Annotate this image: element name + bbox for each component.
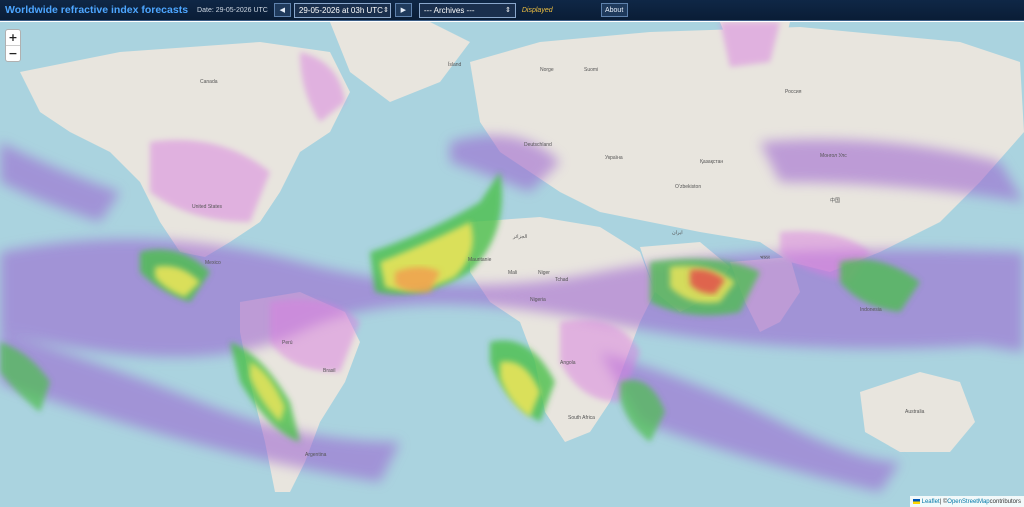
label-algeria: الجزائر — [513, 234, 528, 240]
previous-forecast-button[interactable]: ◀ — [273, 3, 291, 17]
label-iran: ایران — [672, 230, 683, 236]
label-brazil: Brasil — [323, 368, 336, 374]
openstreetmap-link[interactable]: OpenStreetMap — [947, 499, 989, 505]
attribution-separator: | © — [939, 498, 948, 505]
label-nigeria: Nigeria — [530, 297, 546, 303]
label-peru: Perú — [282, 340, 293, 346]
label-china: 中国 — [830, 198, 841, 204]
label-australia: Australia — [905, 409, 925, 415]
about-button[interactable]: About — [600, 3, 628, 17]
zoom-out-button[interactable]: − — [6, 45, 20, 61]
label-tchad: Tchad — [555, 277, 569, 283]
label-india: भारत — [760, 255, 770, 261]
archives-select-value: --- Archives --- — [423, 5, 475, 15]
label-canada: Canada — [200, 79, 218, 85]
label-russia: Россия — [785, 89, 802, 95]
app-title: Worldwide refractive index forecasts — [5, 4, 189, 16]
label-angola: Angola — [560, 360, 576, 366]
label-mongolia: Монгол Улс — [820, 153, 847, 159]
ukraine-flag-icon — [912, 499, 920, 504]
leaflet-link[interactable]: Leaflet — [922, 499, 940, 505]
arrow-right-icon: ▶ — [400, 7, 407, 14]
label-mali: Mali — [508, 270, 518, 276]
arrow-left-icon: ◀ — [279, 7, 286, 14]
label-mexico: Mexico — [205, 260, 221, 266]
displayed-status: Displayed — [521, 6, 553, 14]
forecast-select[interactable]: 29-05-2026 at 03h UTC ⇕ — [293, 2, 391, 18]
date-label: Date: 29-05-2026 UTC — [197, 6, 268, 14]
map-view[interactable]: Canada United States Mexico Brasil Argen… — [0, 22, 1024, 507]
forecast-select-value: 29-05-2026 at 03h UTC — [298, 5, 383, 15]
map-canvas — [0, 22, 1024, 492]
label-island: Ísland — [448, 62, 462, 68]
label-ukraine: Україна — [605, 155, 623, 161]
zoom-control: + − — [5, 29, 21, 62]
label-mauritanie: Mauritanie — [468, 257, 492, 263]
map-attribution: Leaflet | © OpenStreetMap contributors — [909, 496, 1024, 507]
label-indonesia: Indonesia — [860, 307, 882, 313]
chevron-down-icon: ⇕ — [382, 7, 389, 14]
label-kazakhstan: Қазақстан — [700, 159, 724, 165]
attribution-suffix: contributors — [989, 498, 1021, 505]
label-uzbekistan: Oʻzbekiston — [675, 184, 702, 190]
label-argentina: Argentina — [305, 452, 327, 458]
label-south-africa: South Africa — [568, 415, 595, 421]
next-forecast-button[interactable]: ▶ — [394, 3, 412, 17]
label-deutschland: Deutschland — [524, 142, 552, 148]
zoom-in-button[interactable]: + — [6, 30, 20, 45]
top-toolbar: Worldwide refractive index forecasts Dat… — [0, 0, 1024, 21]
label-niger: Niger — [538, 270, 550, 276]
chevron-down-icon: ⇕ — [505, 7, 511, 14]
label-norge: Norge — [540, 67, 554, 73]
label-suomi: Suomi — [584, 67, 599, 73]
archives-select[interactable]: --- Archives --- ⇕ — [418, 2, 516, 18]
label-united-states: United States — [192, 204, 223, 210]
